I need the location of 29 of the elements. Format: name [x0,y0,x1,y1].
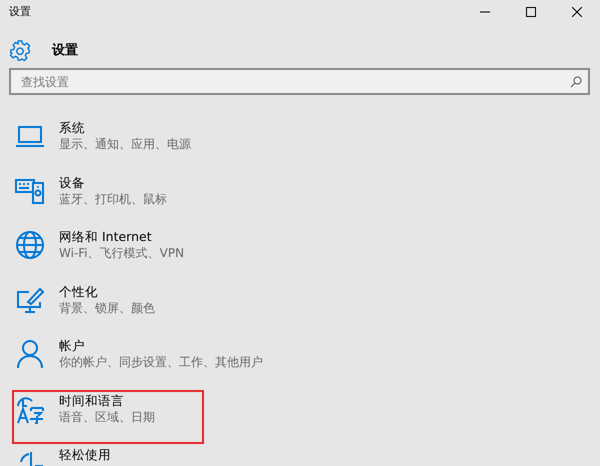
settings-category[interactable]: 网络和 Internet Wi-Fi、飞行模式、VPN [12,226,204,280]
category-description: 你的帐户、同步设置、工作、其他用户 [59,354,263,371]
settings-category[interactable]: 个性化 背景、锁屏、颜色 [12,280,204,335]
category-description: 背景、锁屏、颜色 [59,300,155,316]
category-title: 轻松使用 [59,446,111,463]
globe-icon [15,230,45,260]
category-description: 语音、区域、日期 [59,408,155,426]
close-icon [572,7,582,17]
category-description: Wi-Fi、飞行模式、VPN [59,245,184,262]
search-field[interactable]: 查找设置 [9,68,590,95]
page-title: 设置 [52,42,78,60]
settings-category[interactable]: 时间和语言 语音、区域、日期 [12,390,204,444]
category-title: 个性化 [59,282,99,300]
settings-category[interactable]: 轻松使用 [12,444,204,466]
maximize-icon [526,7,536,17]
settings-category[interactable]: 帐户 你的帐户、同步设置、工作、其他用户 [12,335,265,390]
gear-icon [9,40,31,62]
category-title: 时间和语言 [59,392,125,408]
category-description: 显示、通知、应用、电源 [59,136,191,153]
category-title: 帐户 [59,337,86,354]
category-title: 系统 [59,119,86,136]
search-icon [570,76,582,88]
settings-category[interactable]: 设备 蓝牙、打印机、鼠标 [12,172,204,226]
category-title: 设备 [59,174,86,190]
category-description: 蓝牙、打印机、鼠标 [59,190,167,208]
category-title: 网络和 Internet [59,228,153,245]
window-title: 设置 [9,4,31,20]
person-icon [15,339,45,369]
settings-category[interactable]: 系统 显示、通知、应用、电源 [12,117,204,172]
